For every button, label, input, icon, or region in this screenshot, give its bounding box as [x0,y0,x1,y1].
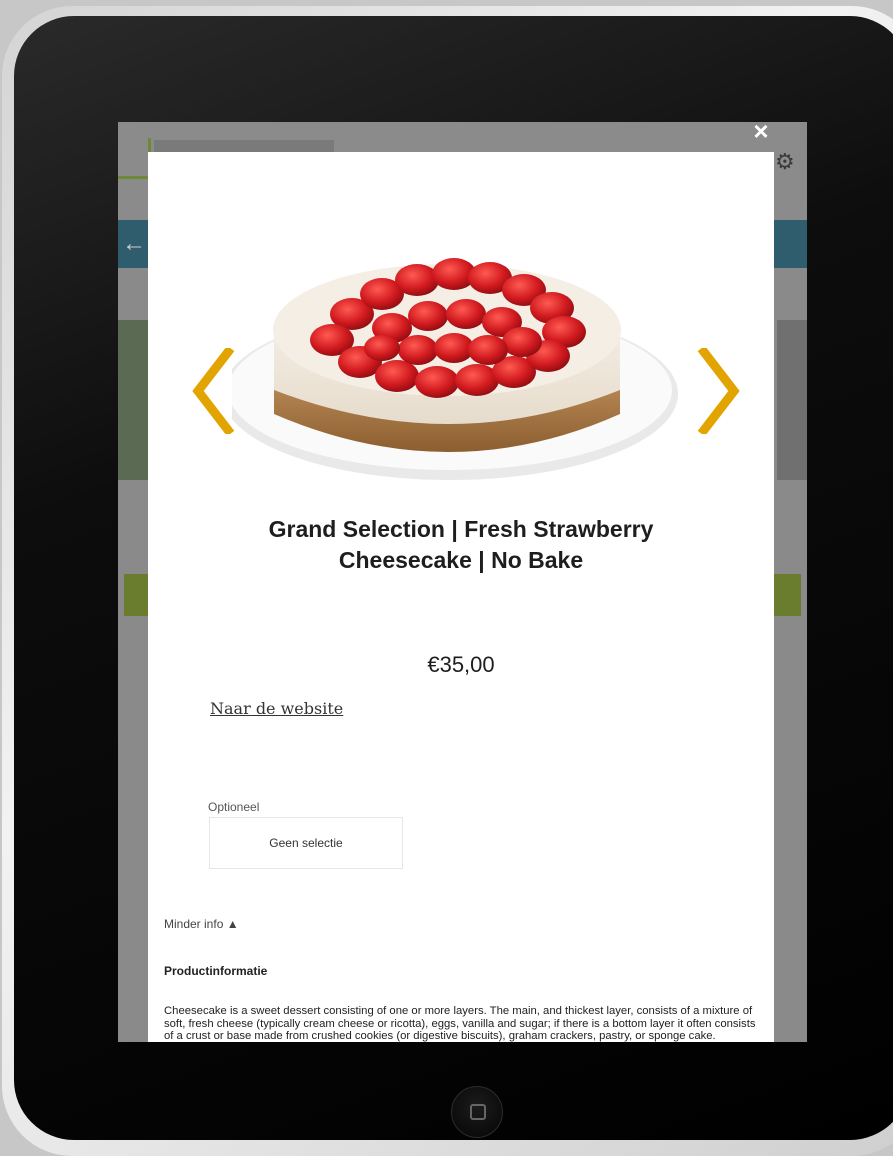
product-title-line-2: Cheesecake | No Bake [338,547,584,573]
less-info-toggle[interactable]: Minder info ▲ [164,917,239,931]
home-button[interactable] [451,1086,503,1138]
arrow-left-icon: ← [122,230,146,257]
next-image-button[interactable] [696,345,742,437]
background-card-right [777,320,807,480]
chevron-right-icon [697,345,740,437]
product-image [222,222,692,492]
chevron-left-icon [192,345,235,437]
product-modal: Grand Selection | Fresh Strawberry Chees… [148,152,774,1042]
background-logo [118,138,151,179]
product-title-line-1: Grand Selection | Fresh Strawberry [268,516,654,542]
product-description: Cheesecake is a sweet dessert consisting… [164,1005,756,1042]
close-button[interactable]: × [750,122,772,144]
close-icon: × [753,122,769,146]
website-link[interactable]: Naar de website [210,699,343,718]
previous-image-button[interactable] [190,345,236,437]
gear-icon: ⚙ [775,149,795,174]
product-price: €35,00 [427,652,495,677]
home-icon [470,1104,486,1120]
background-card-left [118,320,148,480]
product-info-heading: Productinformatie [164,964,268,978]
option-select[interactable]: Geen selectie [209,817,403,869]
screen: ⚙ ← × Grand Selection | Fresh Strawberry… [118,122,807,1042]
optional-label: Optioneel [208,800,260,814]
product-title: Grand Selection | Fresh Strawberry Chees… [148,514,774,576]
